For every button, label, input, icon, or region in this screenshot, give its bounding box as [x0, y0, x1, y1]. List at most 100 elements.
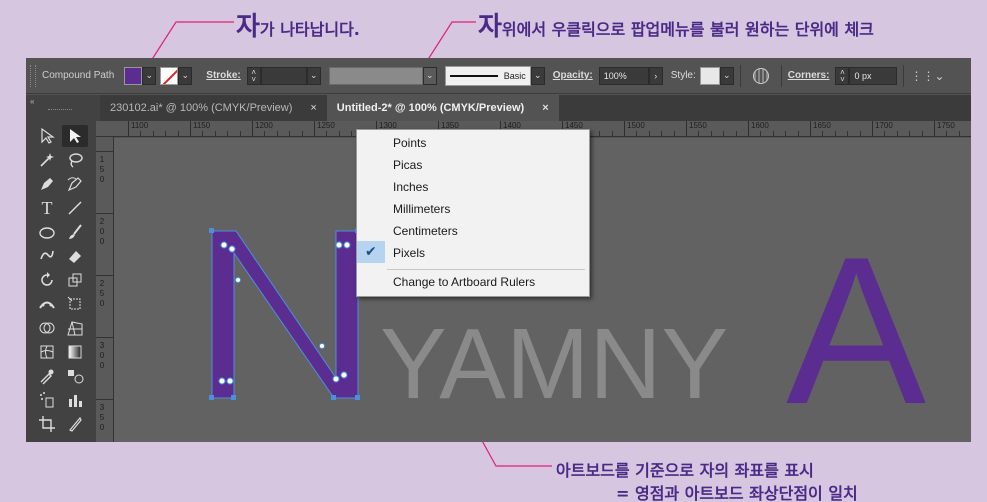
- ruler-minor-tick: [710, 131, 712, 136]
- shaper-tool[interactable]: [34, 245, 60, 267]
- corners-label[interactable]: Corners:: [788, 70, 830, 81]
- slice-tool[interactable]: [62, 413, 88, 435]
- menu-item-centimeters[interactable]: Centimeters: [393, 221, 583, 241]
- line-segment-tool[interactable]: [62, 197, 88, 219]
- rotate-tool[interactable]: [34, 269, 60, 291]
- close-icon[interactable]: ×: [310, 102, 316, 114]
- menu-item-picas[interactable]: Picas: [393, 155, 583, 175]
- perspective-grid-tool[interactable]: [62, 317, 88, 339]
- ruler-minor-tick: [276, 131, 278, 136]
- artboard-tool[interactable]: [34, 413, 60, 435]
- variable-width-dropdown[interactable]: ⌄: [422, 66, 437, 85]
- opacity-field[interactable]: 100%: [598, 66, 649, 85]
- chevron-down-icon: ˅: [840, 74, 845, 84]
- ruler-minor-tick: [859, 131, 861, 136]
- brush-dropdown[interactable]: ⌄: [530, 66, 545, 85]
- fill-swatch[interactable]: [124, 66, 143, 85]
- menu-item-inches[interactable]: Inches: [393, 177, 583, 197]
- control-bar-grip[interactable]: [30, 64, 36, 87]
- letter-n-path[interactable]: [211, 230, 359, 399]
- ruler-tick-label: 2: [99, 279, 105, 288]
- selection-tool[interactable]: [62, 125, 88, 147]
- ruler-minor-tick: [834, 131, 836, 136]
- menu-item-points[interactable]: Points: [393, 133, 583, 153]
- curvature-tool[interactable]: [62, 173, 88, 195]
- blend-tool[interactable]: [62, 365, 88, 387]
- yamny-text[interactable]: YAMNY: [380, 308, 728, 420]
- puppet-warp-tool[interactable]: [34, 293, 60, 315]
- variable-width-profile[interactable]: [328, 66, 423, 85]
- scale-icon: [68, 273, 82, 287]
- brush-label: Basic: [503, 70, 526, 81]
- ruler-minor-tick: [797, 131, 799, 136]
- graphic-style-dropdown[interactable]: ⌄: [719, 66, 734, 85]
- menu-item-millimeters[interactable]: Millimeters: [393, 199, 583, 219]
- fill-dropdown[interactable]: ⌄: [142, 66, 157, 85]
- illustrator-window: Compound Path ⌄ ⌄ Stroke: ˄ ˅ ⌄ ⌄ Basic ⌄…: [26, 58, 971, 442]
- stroke-weight-dropdown[interactable]: ⌄: [306, 66, 321, 85]
- column-graph-tool[interactable]: [62, 389, 88, 411]
- stroke-weight-field[interactable]: [260, 66, 307, 85]
- collapse-panel-icon[interactable]: «: [30, 97, 34, 106]
- ellipse-tool[interactable]: [34, 221, 60, 243]
- tab-untitled-2[interactable]: Untitled-2* @ 100% (CMYK/Preview) ×: [326, 95, 559, 121]
- mesh-tool[interactable]: [34, 341, 60, 363]
- stroke-dropdown[interactable]: ⌄: [178, 66, 193, 85]
- ruler-minor-tick: [648, 131, 650, 136]
- corners-field[interactable]: 0 px: [849, 66, 898, 85]
- toolbar-grip[interactable]: [48, 109, 72, 111]
- free-transform-tool[interactable]: [62, 293, 88, 315]
- align-options-icon[interactable]: ⋮⋮⌄: [910, 69, 944, 83]
- brush-definition[interactable]: Basic: [444, 65, 531, 86]
- ruler-major-tick: [96, 399, 114, 400]
- lasso-icon: [69, 153, 83, 168]
- corners-stepper[interactable]: ˄ ˅: [835, 66, 850, 85]
- ruler-units-context-menu: ✔ Points Picas Inches Millimeters Centim…: [356, 129, 590, 297]
- brush-stroke-preview: [449, 74, 498, 77]
- opacity-slider-toggle[interactable]: ›: [648, 66, 663, 85]
- tab-230102[interactable]: 230102.ai* @ 100% (CMYK/Preview) ×: [100, 95, 327, 121]
- chevron-down-icon: ⌄: [309, 70, 318, 80]
- ruler-minor-tick: [896, 131, 898, 136]
- menu-item-pixels[interactable]: Pixels: [393, 243, 583, 263]
- ruler-minor-tick: [611, 131, 613, 136]
- recolor-artwork-icon[interactable]: [752, 67, 769, 84]
- type-tool[interactable]: T: [34, 197, 60, 219]
- tab-label: Untitled-2* @ 100% (CMYK/Preview): [336, 102, 525, 114]
- paintbrush-tool[interactable]: [62, 221, 88, 243]
- ruler-minor-tick: [822, 131, 824, 136]
- lasso-tool[interactable]: [62, 149, 88, 171]
- scale-tool[interactable]: [62, 269, 88, 291]
- menu-divider: [387, 269, 585, 270]
- gradient-tool[interactable]: [62, 341, 88, 363]
- object-type-label: Compound Path: [42, 70, 115, 81]
- stroke-weight-stepper[interactable]: ˄ ˅: [246, 66, 261, 85]
- free-transform-icon: [67, 296, 81, 310]
- eraser-tool[interactable]: [62, 245, 88, 267]
- letter-a[interactable]: A: [786, 213, 926, 442]
- graphic-style-swatch[interactable]: [699, 66, 720, 85]
- menu-item-change-to-artboard-rulers[interactable]: Change to Artboard Rulers: [393, 272, 583, 292]
- rotate-icon: [41, 272, 53, 286]
- pen-tool[interactable]: [34, 173, 60, 195]
- ruler-minor-tick: [227, 131, 229, 136]
- symbol-sprayer-tool[interactable]: [34, 389, 60, 411]
- eyedropper-tool[interactable]: [34, 365, 60, 387]
- close-icon[interactable]: ×: [542, 102, 548, 114]
- opacity-label[interactable]: Opacity:: [553, 70, 593, 81]
- blend-icon: [68, 370, 84, 384]
- ruler-minor-tick: [946, 131, 948, 136]
- ruler-minor-tick: [735, 131, 737, 136]
- magic-wand-tool[interactable]: [34, 149, 60, 171]
- ruler-major-tick: [96, 337, 114, 338]
- line-icon: [68, 201, 82, 215]
- stroke-label[interactable]: Stroke:: [206, 70, 240, 81]
- direct-selection-tool[interactable]: [34, 125, 60, 147]
- vertical-ruler[interactable]: 150200250300350: [96, 137, 114, 442]
- stroke-swatch[interactable]: [160, 66, 179, 85]
- shape-builder-tool[interactable]: [34, 317, 60, 339]
- ruler-tick-label: 0: [99, 361, 105, 370]
- ruler-minor-tick: [177, 131, 179, 136]
- ruler-minor-tick: [958, 131, 960, 136]
- ruler-minor-tick: [351, 131, 353, 136]
